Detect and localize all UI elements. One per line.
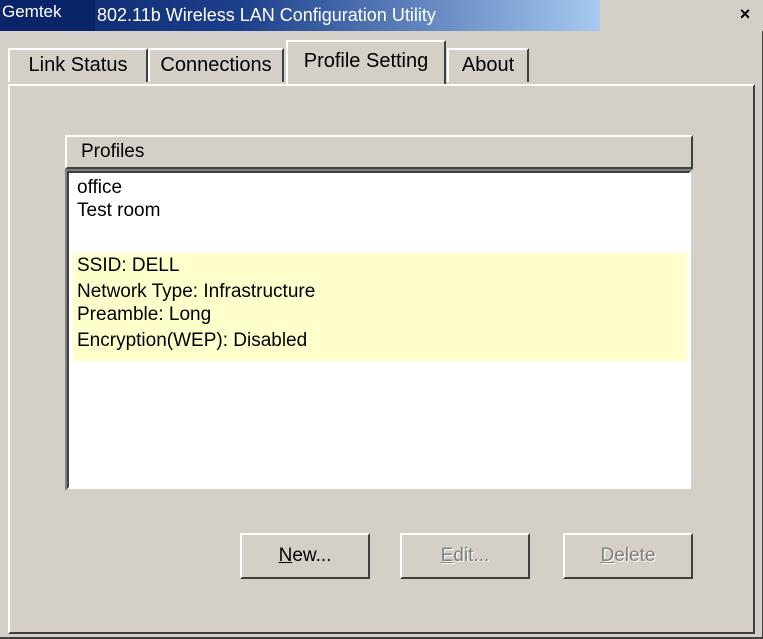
window-title: 802.11b Wireless LAN Configuration Utili… — [97, 5, 436, 25]
list-item[interactable]: office — [77, 177, 122, 199]
window: Gemtek 802.11b Wireless LAN Configuratio… — [0, 0, 763, 639]
profiles-column-header[interactable]: Profiles — [65, 135, 693, 169]
close-icon[interactable]: × — [736, 5, 754, 23]
ssid-detail: SSID: DELL — [77, 255, 180, 276]
edit-button-label: Edit... — [440, 545, 490, 566]
edit-button[interactable]: Edit... — [400, 533, 530, 579]
tab-link-status[interactable]: Link Status — [8, 48, 148, 82]
delete-button-label: Delete — [600, 545, 656, 566]
new-button[interactable]: New... — [240, 533, 370, 579]
brand-label: Gemtek — [2, 2, 62, 21]
profile-detail-panel: SSID: DELL Network Type: Infrastructure … — [73, 253, 687, 361]
tab-label: About — [461, 54, 515, 76]
encryption-detail: Encryption(WEP): Disabled — [77, 330, 308, 351]
list-item[interactable]: Test room — [77, 200, 160, 222]
tab-label: Link Status — [28, 54, 128, 76]
tab-label: Profile Setting — [303, 50, 429, 72]
title-brand: Gemtek — [0, 0, 95, 31]
preamble-detail: Preamble: Long — [77, 304, 212, 325]
profiles-header-label: Profiles — [81, 141, 145, 162]
network-type-detail: Network Type: Infrastructure — [77, 281, 316, 302]
tab-label: Connections — [160, 54, 272, 76]
delete-button[interactable]: Delete — [563, 533, 693, 579]
tab-connections[interactable]: Connections — [148, 48, 284, 82]
tab-profile-setting[interactable]: Profile Setting — [286, 40, 446, 84]
listbox-border: office Test room SSID: DELL Network Type… — [67, 171, 691, 489]
title-bar[interactable]: Gemtek 802.11b Wireless LAN Configuratio… — [0, 0, 763, 31]
new-button-label: New... — [278, 545, 332, 566]
tab-about[interactable]: About — [447, 48, 529, 82]
profiles-listbox[interactable]: office Test room SSID: DELL Network Type… — [65, 169, 693, 491]
